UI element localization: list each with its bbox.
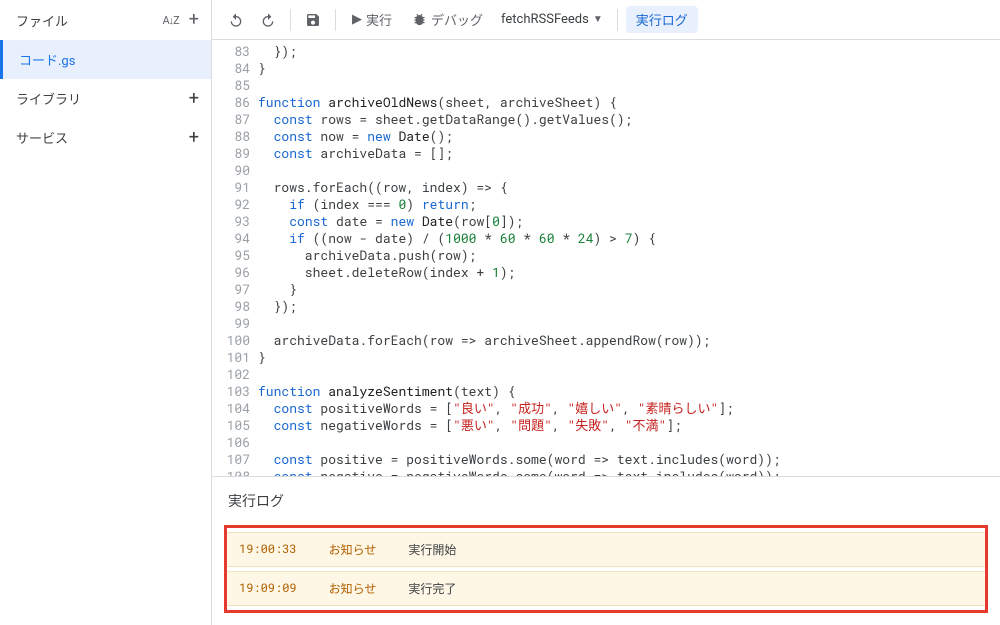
play-icon: ▶ xyxy=(352,12,362,27)
add-file-icon[interactable]: + xyxy=(189,11,199,29)
code-line[interactable]: const positive = positiveWords.some(word… xyxy=(258,451,1000,468)
code-line[interactable]: } xyxy=(258,60,1000,77)
execution-log-panel: 実行ログ 19:00:33お知らせ実行開始19:09:09お知らせ実行完了 xyxy=(212,476,1000,625)
code-line[interactable]: archiveData.forEach(row => archiveSheet.… xyxy=(258,332,1000,349)
add-service-icon[interactable]: + xyxy=(189,129,199,147)
log-level: お知らせ xyxy=(329,541,377,558)
code-line[interactable]: sheet.deleteRow(index + 1); xyxy=(258,264,1000,281)
files-header: ファイル A↓Z + xyxy=(0,0,211,40)
log-message: 実行開始 xyxy=(408,541,456,558)
files-label: ファイル xyxy=(16,11,68,30)
log-area: 19:00:33お知らせ実行開始19:09:09お知らせ実行完了 xyxy=(212,521,1000,625)
code-line[interactable]: const rows = sheet.getDataRange().getVal… xyxy=(258,111,1000,128)
log-time: 19:09:09 xyxy=(239,580,297,597)
code-line[interactable]: function analyzeSentiment(text) { xyxy=(258,383,1000,400)
debug-label: デバッグ xyxy=(431,10,483,29)
code-line[interactable]: const negativeWords = ["悪い", "問題", "失敗",… xyxy=(258,417,1000,434)
code-line[interactable]: const positiveWords = ["良い", "成功", "嬉しい"… xyxy=(258,400,1000,417)
function-select[interactable]: fetchRSSFeeds ▼ xyxy=(495,12,609,27)
sidebar: ファイル A↓Z + コード.gs ライブラリ + サービス + xyxy=(0,0,212,625)
code-line[interactable]: const negative = negativeWords.some(word… xyxy=(258,468,1000,476)
execution-log-button[interactable]: 実行ログ xyxy=(626,6,698,33)
redo-button[interactable] xyxy=(254,6,282,34)
log-level: お知らせ xyxy=(329,580,377,597)
code-line[interactable] xyxy=(258,77,1000,94)
run-label: 実行 xyxy=(366,10,392,29)
code-line[interactable]: const date = new Date(row[0]); xyxy=(258,213,1000,230)
undo-icon xyxy=(228,12,244,28)
undo-button[interactable] xyxy=(222,6,250,34)
log-time: 19:00:33 xyxy=(239,541,297,558)
toolbar-divider xyxy=(335,9,336,31)
chevron-down-icon: ▼ xyxy=(593,14,603,25)
code-line[interactable] xyxy=(258,366,1000,383)
code-line[interactable]: const now = new Date(); xyxy=(258,128,1000,145)
log-row: 19:09:09 お知らせ 実行完了 xyxy=(227,571,985,606)
main-area: ▶ 実行 デバッグ fetchRSSFeeds ▼ 実行ログ 838485868… xyxy=(212,0,1000,625)
save-button[interactable] xyxy=(299,6,327,34)
code-line[interactable]: }); xyxy=(258,298,1000,315)
log-message: 実行完了 xyxy=(408,580,456,597)
services-label: サービス xyxy=(16,128,68,147)
code-line[interactable]: } xyxy=(258,281,1000,298)
code-line[interactable] xyxy=(258,434,1000,451)
libraries-label: ライブラリ xyxy=(16,89,81,108)
toolbar: ▶ 実行 デバッグ fetchRSSFeeds ▼ 実行ログ xyxy=(212,0,1000,40)
debug-button[interactable]: デバッグ xyxy=(404,6,491,34)
file-name-label: コード.gs xyxy=(19,54,75,69)
execution-log-label: 実行ログ xyxy=(636,14,688,29)
code-line[interactable]: function archiveOldNews(sheet, archiveSh… xyxy=(258,94,1000,111)
log-row: 19:00:33 お知らせ 実行開始 xyxy=(227,532,985,567)
code-line[interactable]: } xyxy=(258,349,1000,366)
code-line[interactable]: rows.forEach((row, index) => { xyxy=(258,179,1000,196)
log-highlight-box: 19:00:33お知らせ実行開始19:09:09お知らせ実行完了 xyxy=(224,525,988,613)
log-title: 実行ログ xyxy=(212,477,1000,521)
sort-az-icon[interactable]: A↓Z xyxy=(163,14,179,27)
save-icon xyxy=(305,12,321,28)
toolbar-divider xyxy=(290,9,291,31)
run-button[interactable]: ▶ 実行 xyxy=(344,6,400,34)
code-line[interactable]: }); xyxy=(258,43,1000,60)
code-line[interactable]: archiveData.push(row); xyxy=(258,247,1000,264)
function-selected-label: fetchRSSFeeds xyxy=(501,12,589,27)
add-library-icon[interactable]: + xyxy=(189,90,199,108)
line-gutter: 8384858687888990919293949596979899100101… xyxy=(212,40,258,476)
services-section[interactable]: サービス + xyxy=(0,118,211,157)
code-content[interactable]: });} function archiveOldNews(sheet, arch… xyxy=(258,40,1000,476)
code-line[interactable] xyxy=(258,162,1000,179)
code-line[interactable] xyxy=(258,315,1000,332)
code-line[interactable]: const archiveData = []; xyxy=(258,145,1000,162)
code-line[interactable]: if ((now - date) / (1000 * 60 * 60 * 24)… xyxy=(258,230,1000,247)
toolbar-divider xyxy=(617,9,618,31)
libraries-section[interactable]: ライブラリ + xyxy=(0,79,211,118)
debug-icon xyxy=(412,12,427,27)
file-item-code-gs[interactable]: コード.gs xyxy=(0,40,211,79)
code-line[interactable]: if (index === 0) return; xyxy=(258,196,1000,213)
code-editor[interactable]: 8384858687888990919293949596979899100101… xyxy=(212,40,1000,476)
redo-icon xyxy=(260,12,276,28)
